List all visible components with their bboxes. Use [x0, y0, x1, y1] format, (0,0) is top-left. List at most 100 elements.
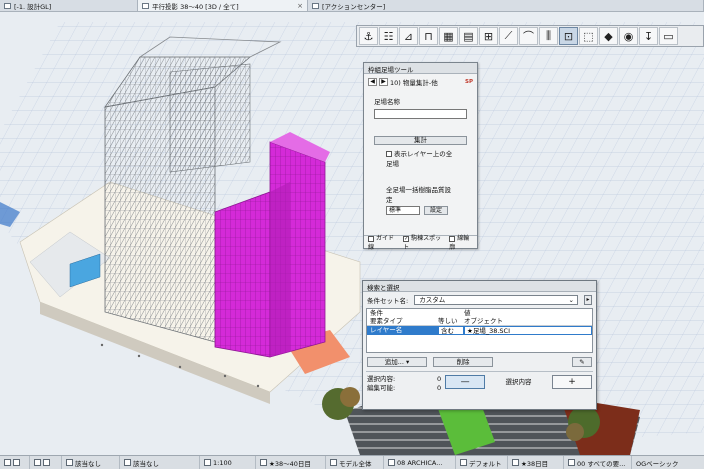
- quality-select[interactable]: 標準: [386, 206, 420, 215]
- zoom-controls: [30, 456, 62, 469]
- status-nav: [0, 456, 30, 469]
- chevron-down-icon: ⌄: [568, 296, 574, 304]
- tab-floor-plan[interactable]: [-1. 設計GL]: [0, 0, 138, 11]
- roof-icon[interactable]: ⌒: [519, 27, 538, 45]
- status-pen[interactable]: 08 ARCHICA...: [384, 456, 456, 469]
- col-condition: 条件: [370, 309, 383, 317]
- status-default[interactable]: デフォルト: [456, 456, 508, 469]
- equals-label: 等しい: [438, 317, 458, 325]
- status-layer-combo[interactable]: ★38〜40日目: [256, 456, 326, 469]
- deselect-button[interactable]: —: [445, 375, 486, 389]
- 3d-viewport[interactable]: ⚓ ☷ ⊿ ⊓ ▦ ▤ ⊞ ⟋ ⌒ ⫼ ⊡ ⬚ ◆ ◉ ↧ ▭ 枠組足場ツール …: [0, 12, 704, 455]
- criteria-row-layer[interactable]: レイヤー名 含む ★足場_38.SCI: [367, 326, 592, 335]
- criteria-set-select[interactable]: カスタム ⌄: [414, 295, 578, 305]
- guide-checkbox[interactable]: [368, 235, 374, 242]
- status-renovation[interactable]: ★38日目: [508, 456, 564, 469]
- layer-value-field[interactable]: ★足場_38.SCI: [464, 326, 592, 335]
- default-text: デフォルト: [469, 459, 502, 468]
- outline-checkbox[interactable]: [449, 235, 456, 242]
- level-icon[interactable]: ⫼: [539, 27, 558, 45]
- snap-checkbox[interactable]: ✓: [403, 235, 410, 242]
- next-icon[interactable]: ▶: [379, 78, 388, 86]
- eyedropper-icon[interactable]: ✎: [572, 357, 592, 367]
- sp-badge: SP: [465, 79, 473, 85]
- chevron-right-icon[interactable]: ▸: [584, 295, 592, 305]
- layer-icon: [124, 459, 131, 466]
- 3d-model-drawing: [0, 22, 704, 455]
- layer-name-label: レイヤー名: [370, 326, 403, 334]
- model-text: モデル全体: [339, 459, 372, 468]
- grid-icon[interactable]: ▦: [439, 27, 458, 45]
- renovation-text: ★38日目: [521, 459, 549, 468]
- tab-bar: [-1. 設計GL] 平行投影 38〜40 [3D / 全て] × [アクション…: [0, 0, 704, 12]
- scaffold-name-input[interactable]: [374, 109, 467, 119]
- tab-3d-view[interactable]: 平行投影 38〜40 [3D / 全て] ×: [138, 0, 308, 11]
- ladder-icon[interactable]: ☷: [379, 27, 398, 45]
- sum-button[interactable]: 集計: [374, 136, 467, 145]
- selected-label: 選択内容:: [367, 375, 396, 383]
- close-icon[interactable]: ×: [297, 2, 303, 10]
- prev-icon[interactable]: ◀: [368, 78, 377, 86]
- scaffold-name-label: 足場名称: [374, 98, 400, 106]
- stair-icon[interactable]: ⊿: [399, 27, 418, 45]
- bulk-quality-label: 全足場一括樹脂品質設定: [386, 186, 451, 204]
- pen-text: 08 ARCHICA...: [397, 458, 443, 467]
- criteria-row-type[interactable]: 要素タイプ 等しい オブジェクト: [367, 317, 592, 326]
- ruler-icon[interactable]: ⟋: [499, 27, 518, 45]
- board-icon[interactable]: ⬚: [579, 27, 598, 45]
- criteria-buttons: 追加... ▾ 削除 ✎: [363, 353, 596, 371]
- selection-label: 選択内容: [505, 378, 532, 386]
- outline-option[interactable]: 線輪廓: [449, 233, 473, 251]
- 3d-view-icon: [142, 2, 149, 9]
- scaffold-tool-palette: 枠組足場ツール ◀ ▶ 10) 物量集計-他 SP 足場名称 集計 表示レイヤー…: [363, 62, 478, 251]
- action-center-icon: [312, 2, 319, 9]
- palette-nav-label: 10) 物量集計-他: [390, 79, 438, 87]
- criteria-header: 条件 値: [367, 309, 592, 317]
- arrow-down-icon[interactable]: ↧: [639, 27, 658, 45]
- status-scale[interactable]: 1:100: [200, 456, 256, 469]
- status-filter[interactable]: 00 すべての要...: [564, 456, 632, 469]
- snap-option[interactable]: ✓ 駒棟スポット: [403, 233, 443, 251]
- criteria-set-row: 条件セット名: カスタム ⌄ ▸: [363, 292, 596, 308]
- layer-checkbox-row[interactable]: 表示レイヤー上の全足場: [364, 147, 477, 169]
- dialog-titlebar[interactable]: 検索と選択: [363, 281, 596, 292]
- panel-icon[interactable]: ▤: [459, 27, 478, 45]
- delete-button[interactable]: 削除: [433, 357, 493, 367]
- contains-select[interactable]: 含む: [438, 326, 464, 335]
- status-text-1: 該当なし: [75, 459, 101, 468]
- settings-button[interactable]: 設定: [424, 206, 448, 215]
- tab-action-center[interactable]: [アクションセンター]: [308, 0, 704, 11]
- guide-option[interactable]: ガイド線: [368, 233, 397, 251]
- tab-floor-plan-label: [-1. 設計GL]: [14, 2, 52, 11]
- zoom-out-icon[interactable]: [43, 459, 50, 466]
- palette-bottom-options: ガイド線 ✓ 駒棟スポット 線輪廓: [364, 233, 477, 251]
- add-button[interactable]: 追加... ▾: [367, 357, 427, 367]
- scale-icon: [204, 459, 211, 466]
- extra-icon[interactable]: ▭: [659, 27, 678, 45]
- eye-icon[interactable]: ◉: [619, 27, 638, 45]
- editable-count: 0: [436, 384, 442, 392]
- cube-icon[interactable]: ◆: [599, 27, 618, 45]
- undo-icon[interactable]: [4, 459, 11, 466]
- status-item-2[interactable]: 該当なし: [120, 456, 200, 469]
- select-button[interactable]: +: [552, 375, 592, 389]
- hook-icon[interactable]: ⚓: [359, 27, 378, 45]
- palette-titlebar[interactable]: 枠組足場ツール: [364, 63, 477, 74]
- view-icon: [66, 459, 73, 466]
- frame-icon[interactable]: ⊡: [559, 27, 578, 45]
- shelf-icon[interactable]: ⊓: [419, 27, 438, 45]
- layer-checkbox[interactable]: [386, 151, 392, 157]
- book-icon[interactable]: ⊞: [479, 27, 498, 45]
- element-type-label: 要素タイプ: [370, 317, 403, 325]
- selected-count: 0: [436, 375, 442, 383]
- filter-icon: [568, 459, 575, 466]
- floor-plan-icon: [4, 2, 11, 9]
- status-item-1[interactable]: 該当なし: [62, 456, 120, 469]
- scaffold-magenta-front: [214, 191, 271, 358]
- zoom-in-icon[interactable]: [34, 459, 41, 466]
- selection-counts: 選択内容: 0 編集可能: 0: [367, 375, 441, 393]
- status-model[interactable]: モデル全体: [326, 456, 384, 469]
- status-display[interactable]: OGベーシック: [632, 456, 704, 469]
- redo-icon[interactable]: [13, 459, 20, 466]
- pen-icon: [388, 459, 395, 466]
